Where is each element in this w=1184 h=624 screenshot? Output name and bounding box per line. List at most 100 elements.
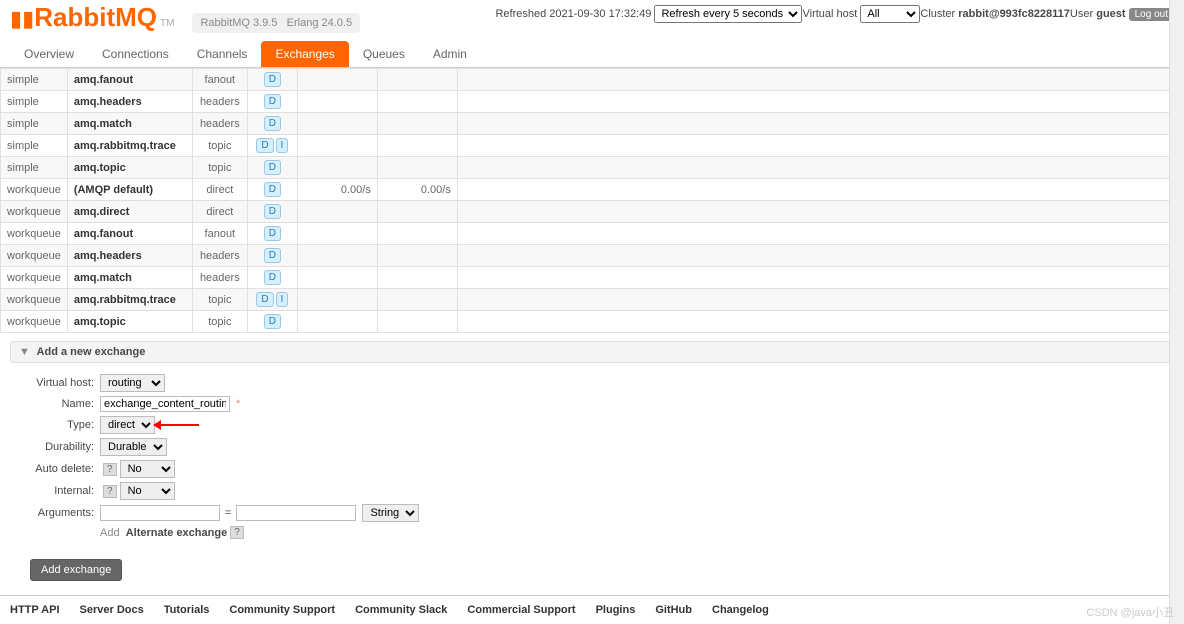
add-exchange-header[interactable]: ▼ Add a new exchange xyxy=(10,341,1174,363)
table-row: workqueueamq.directdirectD xyxy=(1,201,1184,223)
help-icon[interactable]: ? xyxy=(103,485,117,498)
cell-rate-in xyxy=(297,267,377,289)
feature-badge: I xyxy=(276,292,289,307)
form-autodelete-select[interactable]: No xyxy=(120,460,175,478)
version-erlang: Erlang 24.0.5 xyxy=(287,17,352,29)
footer-link[interactable]: HTTP API xyxy=(10,604,60,616)
arg-key-input[interactable] xyxy=(100,505,220,521)
cell-name[interactable]: amq.fanout xyxy=(67,223,192,245)
cell-vhost: workqueue xyxy=(1,201,68,223)
cell-name[interactable]: amq.rabbitmq.trace xyxy=(67,289,192,311)
tab-channels[interactable]: Channels xyxy=(183,41,262,67)
cell-features: D xyxy=(247,201,297,223)
cell-type: direct xyxy=(192,179,247,201)
table-row: workqueueamq.fanoutfanoutD xyxy=(1,223,1184,245)
table-row: simpleamq.rabbitmq.tracetopicDI xyxy=(1,135,1184,157)
cell-rate-out: 0.00/s xyxy=(377,179,457,201)
footer-link[interactable]: Changelog xyxy=(712,604,769,616)
footer-link[interactable]: Plugins xyxy=(596,604,636,616)
cell-empty xyxy=(457,223,1183,245)
tab-admin[interactable]: Admin xyxy=(419,41,481,67)
cell-name[interactable]: amq.headers xyxy=(67,91,192,113)
cell-features: D xyxy=(247,113,297,135)
cell-empty xyxy=(457,245,1183,267)
table-row: workqueueamq.matchheadersD xyxy=(1,267,1184,289)
page-scrollbar[interactable] xyxy=(1169,0,1184,624)
table-row: simpleamq.fanoutfanoutD xyxy=(1,69,1184,91)
form-durability-select[interactable]: Durable xyxy=(100,438,167,456)
form-vhost-select[interactable]: routing xyxy=(100,374,165,392)
section-title: Add a new exchange xyxy=(37,346,146,358)
feature-badge: D xyxy=(264,72,281,87)
form-internal-select[interactable]: No xyxy=(120,482,175,500)
footer-link[interactable]: Tutorials xyxy=(164,604,210,616)
nav-tabs: OverviewConnectionsChannelsExchangesQueu… xyxy=(0,41,1184,68)
logo-icon: ▮▮ xyxy=(10,6,34,32)
form-vhost-label: Virtual host: xyxy=(30,377,100,389)
cell-rate-out xyxy=(377,69,457,91)
cell-rate-in xyxy=(297,113,377,135)
invalid-indicator: * xyxy=(236,398,240,410)
cell-vhost: simple xyxy=(1,157,68,179)
cluster-value: rabbit@993fc8228117 xyxy=(958,8,1070,20)
tab-exchanges[interactable]: Exchanges xyxy=(261,41,348,67)
form-autodelete-label: Auto delete: xyxy=(30,463,100,475)
logout-button[interactable]: Log out xyxy=(1129,8,1174,21)
form-name-input[interactable] xyxy=(100,396,230,412)
cell-name[interactable]: amq.topic xyxy=(67,311,192,333)
cell-rate-in xyxy=(297,201,377,223)
cell-name[interactable]: amq.topic xyxy=(67,157,192,179)
cell-rate-out xyxy=(377,267,457,289)
add-arg-link[interactable]: Add xyxy=(100,527,120,539)
cell-empty xyxy=(457,289,1183,311)
table-row: simpleamq.matchheadersD xyxy=(1,113,1184,135)
cell-rate-in xyxy=(297,135,377,157)
footer-link[interactable]: Server Docs xyxy=(80,604,144,616)
arg-value-input[interactable] xyxy=(236,505,356,521)
refreshed-text: Refreshed 2021-09-30 17:32:49 xyxy=(495,8,651,20)
cell-name[interactable]: amq.fanout xyxy=(67,69,192,91)
cell-name[interactable]: amq.match xyxy=(67,113,192,135)
cluster-label: Cluster xyxy=(920,8,955,20)
cell-rate-in xyxy=(297,223,377,245)
cell-name[interactable]: amq.headers xyxy=(67,245,192,267)
cell-rate-in xyxy=(297,289,377,311)
footer-link[interactable]: GitHub xyxy=(655,604,692,616)
form-arguments-label: Arguments: xyxy=(30,507,100,519)
cell-features: D xyxy=(247,267,297,289)
watermark: CSDN @java小丑 xyxy=(1086,604,1174,620)
cell-type: fanout xyxy=(192,69,247,91)
tab-overview[interactable]: Overview xyxy=(10,41,88,67)
cell-type: fanout xyxy=(192,223,247,245)
cell-features: D xyxy=(247,311,297,333)
logo-text: RabbitMQ xyxy=(34,2,157,33)
refresh-interval-select[interactable]: Refresh every 5 seconds xyxy=(654,5,802,23)
feature-badge: D xyxy=(256,292,273,307)
cell-empty xyxy=(457,201,1183,223)
add-exchange-button[interactable]: Add exchange xyxy=(30,559,122,581)
vhost-select[interactable]: All xyxy=(860,5,920,23)
cell-name[interactable]: (AMQP default) xyxy=(67,179,192,201)
help-icon[interactable]: ? xyxy=(230,526,244,539)
footer-link[interactable]: Commercial Support xyxy=(467,604,575,616)
cell-features: D xyxy=(247,157,297,179)
cell-name[interactable]: amq.match xyxy=(67,267,192,289)
tab-queues[interactable]: Queues xyxy=(349,41,419,67)
alternate-exchange-link[interactable]: Alternate exchange xyxy=(126,527,227,539)
cell-name[interactable]: amq.direct xyxy=(67,201,192,223)
form-type-select[interactable]: direct xyxy=(100,416,155,434)
cell-rate-in: 0.00/s xyxy=(297,179,377,201)
cell-empty xyxy=(457,69,1183,91)
help-icon[interactable]: ? xyxy=(103,463,117,476)
table-row: workqueueamq.topictopicD xyxy=(1,311,1184,333)
cell-type: topic xyxy=(192,135,247,157)
cell-features: D xyxy=(247,91,297,113)
footer-link[interactable]: Community Slack xyxy=(355,604,447,616)
cell-vhost: workqueue xyxy=(1,311,68,333)
cell-empty xyxy=(457,179,1183,201)
cell-name[interactable]: amq.rabbitmq.trace xyxy=(67,135,192,157)
footer-link[interactable]: Community Support xyxy=(229,604,335,616)
arg-type-select[interactable]: String xyxy=(362,504,419,522)
cell-type: topic xyxy=(192,289,247,311)
tab-connections[interactable]: Connections xyxy=(88,41,183,67)
